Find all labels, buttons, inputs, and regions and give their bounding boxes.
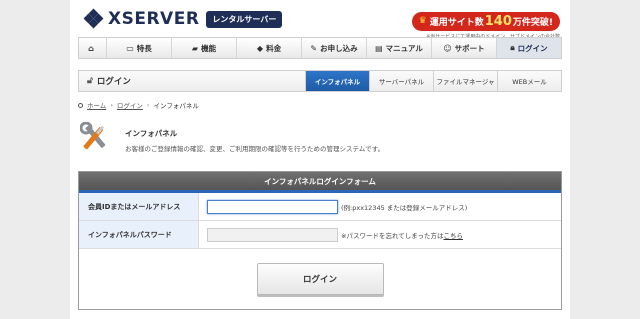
form-row-id: 会員IDまたはメールアドレス (例:pxx12345 または登録メールアドレス) — [79, 193, 561, 221]
book-icon: ▤ — [375, 43, 383, 53]
xserver-logo[interactable]: XSERVER レンタルサーバー — [83, 8, 283, 29]
forgot-password-link[interactable]: こちら — [444, 230, 464, 240]
form-row-password: インフォパネルパスワード ※パスワードを忘れてしまった方は こちら — [79, 221, 561, 249]
nav-item-apply[interactable]: ✎ お申し込み — [302, 38, 367, 58]
brand-name: XSERVER — [108, 9, 200, 29]
password-label: インフォパネルパスワード — [79, 221, 199, 248]
tab-infopanel[interactable]: インフォパネル — [305, 71, 369, 91]
login-button[interactable]: ログイン — [256, 263, 384, 295]
unlock-icon: 🔓︎ — [87, 76, 93, 86]
form-heading: インフォパネルログインフォーム — [79, 172, 561, 193]
promo-number: 140 — [484, 13, 512, 29]
nav-item-pricing[interactable]: ◆ 料金 — [237, 38, 302, 58]
intro-section: インフォパネル お客様のご登録情報の確認、変更、ご利用期限の確認等を行うための管… — [79, 121, 385, 154]
id-label: 会員IDまたはメールアドレス — [79, 193, 199, 220]
chevron-right-icon: › — [146, 101, 150, 109]
people-icon: ☺ — [443, 43, 452, 53]
intro-title: インフォパネル — [125, 129, 178, 138]
tab-serverpanel[interactable]: サーバーパネル — [369, 71, 433, 91]
nav-item-features[interactable]: ▭ 特長 — [107, 38, 172, 58]
id-hint: (例:pxx12345 または登録メールアドレス) — [341, 203, 468, 212]
monitor-icon: ▭ — [126, 43, 134, 53]
breadcrumb: ホーム › ログイン › インフォパネル — [78, 100, 199, 110]
breadcrumb-home[interactable]: ホーム — [87, 100, 106, 110]
panel-tabs: インフォパネル サーバーパネル ファイルマネージャ WEBメール — [305, 71, 561, 91]
chevron-right-icon: › — [110, 101, 113, 109]
crown-icon: ♛ — [418, 16, 427, 26]
folder-icon: ▰ — [191, 43, 199, 53]
password-input[interactable] — [207, 227, 338, 242]
nav-item-login[interactable]: 🔒︎ ログイン — [497, 38, 561, 58]
login-form: インフォパネルログインフォーム 会員IDまたはメールアドレス (例:pxx123… — [78, 171, 562, 310]
nav-item-home[interactable]: ⌂ — [79, 38, 107, 58]
login-subheader: 🔓︎ ログイン インフォパネル サーバーパネル ファイルマネージャ WEBメール — [78, 70, 562, 92]
page: XSERVER レンタルサーバー ♛ 運用サイト数 140 万件突破! ※当サー… — [70, 0, 570, 319]
tag-icon: ◆ — [256, 43, 264, 53]
main-nav: ⌂ ▭ 特長 ▰ 機能 ◆ 料金 ✎ お申し込み ▤ マニュアル ☺ サポート … — [78, 37, 562, 59]
tools-icon — [79, 121, 110, 154]
nav-item-manual[interactable]: ▤ マニュアル — [367, 38, 432, 58]
nav-item-functions[interactable]: ▰ 機能 — [172, 38, 237, 58]
subheader-title: ログイン — [96, 77, 131, 87]
intro-description: お客様のご登録情報の確認、変更、ご利用期限の確認等を行うための管理システムです。 — [125, 145, 385, 153]
brand-badge: レンタルサーバー — [206, 10, 283, 28]
pencil-icon: ✎ — [310, 43, 318, 53]
breadcrumb-bullet-icon — [78, 102, 83, 108]
tab-webmail[interactable]: WEBメール — [497, 71, 561, 91]
lock-icon: 🔒︎ — [510, 43, 515, 52]
password-hint: ※パスワードを忘れてしまった方は — [341, 231, 444, 240]
home-icon: ⌂ — [88, 43, 94, 53]
promo-banner: ♛ 運用サイト数 140 万件突破! ※当サービスにて運用中のドメイン、サブドメ… — [411, 8, 560, 40]
breadcrumb-current: インフォパネル — [153, 102, 199, 110]
nav-item-support[interactable]: ☺ サポート — [432, 38, 497, 58]
promo-prefix: 運用サイト数 — [429, 17, 484, 28]
promo-suffix: 万件突破! — [512, 17, 553, 28]
member-id-input[interactable] — [207, 199, 338, 214]
breadcrumb-login[interactable]: ログイン — [117, 100, 143, 110]
tab-filemanager[interactable]: ファイルマネージャ — [433, 71, 497, 91]
diamond-logo-icon — [83, 8, 104, 29]
